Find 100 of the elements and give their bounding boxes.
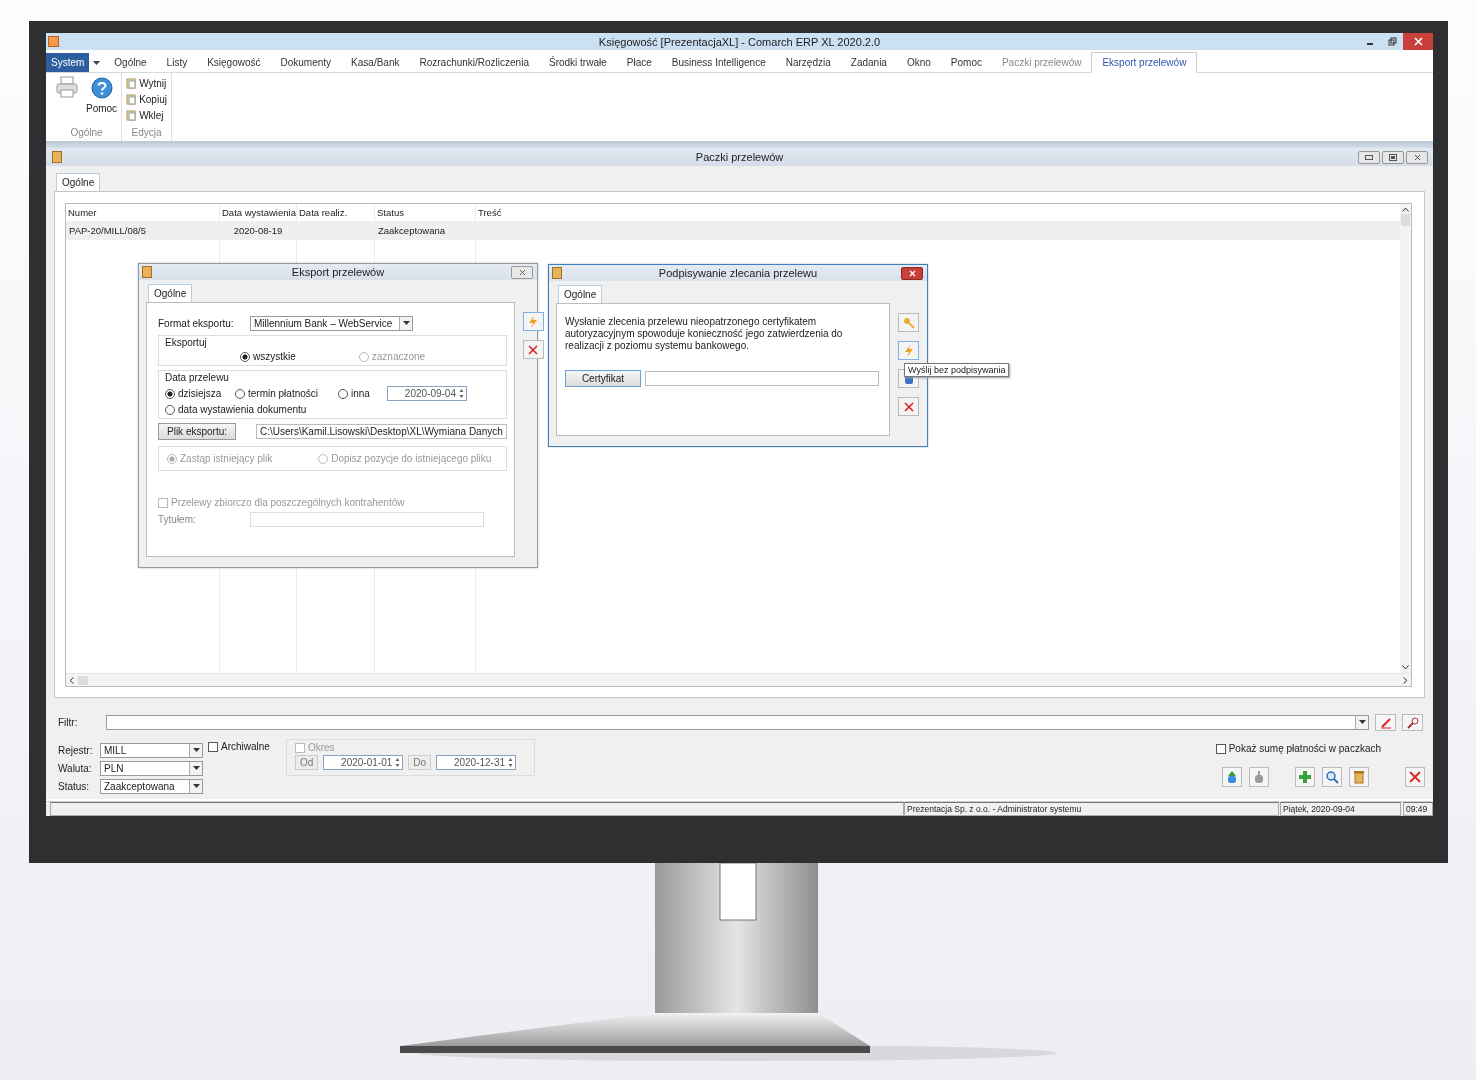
menu-tab[interactable]: Business Intelligence: [661, 53, 776, 72]
minimize-icon: [1365, 154, 1373, 160]
close-icon: [1413, 37, 1423, 46]
menu-tab[interactable]: Eksport przelewów: [1091, 52, 1198, 73]
restore-icon: [1387, 37, 1397, 46]
menu-tab[interactable]: Narzędzia: [775, 53, 841, 72]
close-icon: [1413, 153, 1421, 161]
hand-button[interactable]: [1249, 767, 1269, 787]
scroll-thumb[interactable]: [1401, 214, 1410, 226]
horizontal-scrollbar[interactable]: [66, 673, 1411, 686]
scroll-thumb[interactable]: [78, 675, 88, 685]
date-field[interactable]: 2020-12-31: [436, 755, 517, 770]
spinner-icon[interactable]: [395, 757, 401, 768]
radio-option[interactable]: wszystkie: [240, 351, 296, 362]
spinner-icon[interactable]: [459, 388, 464, 399]
menu-tab[interactable]: Kasa/Bank: [341, 53, 410, 72]
field-label: Format eksportu:: [158, 318, 235, 329]
wrench-icon: [1406, 716, 1419, 729]
clipboard-icon: [126, 77, 138, 89]
archive-checkbox[interactable]: Archiwalne: [208, 741, 270, 752]
tab[interactable]: Ogólne: [148, 284, 193, 302]
sum-checkbox[interactable]: Pokaż sumę płatności w paczkach: [1215, 743, 1381, 754]
file-path-field[interactable]: C:\Users\Kamil.Lisowski\Desktop\XL\Wymiana Danych: [256, 424, 507, 439]
close-button[interactable]: [901, 266, 923, 280]
caret-icon[interactable]: [1358, 720, 1366, 725]
clear-filter-button[interactable]: [1375, 714, 1396, 731]
filter-builder-button[interactable]: [1402, 714, 1423, 731]
menu-tab[interactable]: Płace: [616, 53, 662, 72]
caret-icon[interactable]: [192, 784, 200, 789]
radio-option[interactable]: termin płatności: [235, 388, 338, 399]
dropdown-field[interactable]: Millennium Bank – WebService: [250, 316, 413, 331]
vertical-scrollbar[interactable]: [1400, 204, 1411, 673]
scroll-right-icon[interactable]: [1403, 676, 1408, 684]
cancel-button[interactable]: [898, 397, 919, 416]
dropdown-field[interactable]: PLN: [100, 761, 203, 776]
menu-tab[interactable]: Ogólne: [104, 53, 157, 72]
title-field[interactable]: [250, 512, 484, 527]
document-icon: [52, 151, 62, 163]
close-button[interactable]: [511, 265, 533, 279]
ribbon-group-label: Ogólne: [69, 127, 104, 140]
clipboard-icon: [126, 109, 138, 121]
date-field[interactable]: 2020-01-01: [323, 755, 404, 770]
menu-tab[interactable]: Dokumenty: [270, 53, 342, 72]
from-button[interactable]: Od: [294, 755, 319, 770]
group-label: Data przelewu: [165, 372, 229, 383]
radio-option[interactable]: inna: [338, 388, 387, 399]
status-text: Piątek, 2020-09-04: [1280, 802, 1401, 816]
ribbon-button[interactable]: Wytnij: [126, 76, 167, 90]
close-icon: [908, 269, 916, 277]
key-icon: [902, 316, 915, 329]
help-button[interactable]: Pomoc: [86, 76, 118, 127]
menu-tab[interactable]: Okno: [896, 53, 941, 72]
certificate-field[interactable]: [645, 371, 879, 386]
radio-option[interactable]: data wystawienia dokumentu: [165, 404, 471, 415]
close-button[interactable]: [1405, 767, 1425, 787]
scroll-up-icon[interactable]: [1402, 207, 1409, 212]
table-cell: 2020-08-19: [220, 222, 296, 240]
filter-label: Filtr:: [58, 717, 79, 728]
dropdown-field[interactable]: MILL: [100, 743, 203, 758]
spinner-icon[interactable]: [508, 757, 514, 768]
dropdown-field[interactable]: Zaakceptowana: [100, 779, 203, 794]
search-button[interactable]: [1322, 767, 1342, 787]
add-button[interactable]: [1295, 767, 1315, 787]
menu-tab[interactable]: Środki trwałe: [538, 53, 617, 72]
group-label: Eksportuj: [165, 337, 207, 348]
menu-tab[interactable]: Rozrachunki/Rozliczenia: [409, 53, 539, 72]
menu-tab[interactable]: Listy: [156, 53, 198, 72]
to-button[interactable]: Do: [408, 755, 432, 770]
scroll-left-icon[interactable]: [69, 676, 74, 684]
ribbon-group-label: Edycja: [130, 127, 163, 140]
export-file-button[interactable]: Plik eksportu:: [158, 423, 237, 440]
dropdown-caret-icon[interactable]: [93, 59, 101, 66]
scroll-down-icon[interactable]: [1402, 665, 1409, 670]
filter-field[interactable]: [106, 715, 1369, 730]
menu-tab[interactable]: Zadania: [840, 53, 897, 72]
maximize-button[interactable]: [1382, 150, 1404, 164]
menu-tab[interactable]: Paczki przelewów: [991, 53, 1092, 72]
close-button[interactable]: [1406, 150, 1428, 164]
caret-icon[interactable]: [192, 766, 200, 771]
tab[interactable]: Ogólne: [56, 173, 101, 191]
field-label: Rejestr:: [58, 745, 94, 756]
radio-option[interactable]: dzisiejsza: [165, 388, 235, 399]
date-field[interactable]: 2020-09-04: [387, 386, 467, 401]
table-cell: PAP-20/MILL/08/5: [66, 222, 219, 240]
close-icon: [518, 268, 526, 276]
minimize-button[interactable]: [1358, 150, 1380, 164]
caret-icon[interactable]: [192, 748, 200, 753]
tab[interactable]: Ogólne: [558, 285, 603, 303]
menu-tab[interactable]: System: [46, 53, 90, 72]
ribbon-button[interactable]: Kopiuj: [126, 92, 167, 106]
cancel-button[interactable]: [522, 340, 544, 359]
menu-tab[interactable]: Pomoc: [940, 53, 992, 72]
export-button[interactable]: [1222, 767, 1242, 787]
delete-button[interactable]: [1349, 767, 1369, 787]
caret-icon[interactable]: [402, 321, 410, 326]
close-button[interactable]: [1403, 33, 1433, 50]
ribbon-button[interactable]: Wklej: [126, 108, 167, 122]
menu-tab[interactable]: Księgowość: [197, 53, 271, 72]
certificate-button[interactable]: Certyfikat: [565, 370, 641, 387]
tooltip: Wyślij bez podpisywania: [904, 363, 1010, 377]
